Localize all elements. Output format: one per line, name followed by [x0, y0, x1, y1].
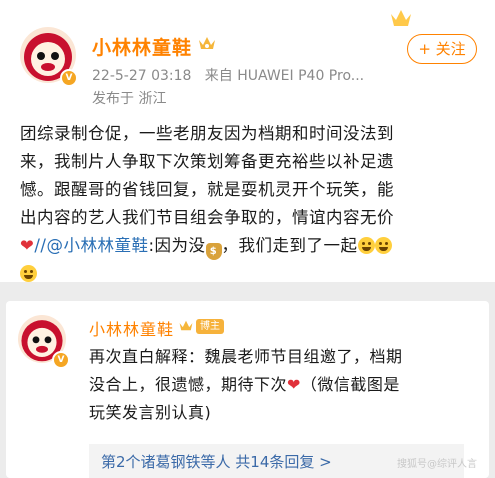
- comment-card: V 小林林童鞋 博主 再次直白解释：魏晨老师节目组邀了，档期 没合上，很遗憾，期…: [6, 301, 489, 478]
- laugh-cry-icon: [374, 237, 392, 254]
- heart-icon: ❤: [287, 375, 301, 394]
- post-location: 发布于 浙江: [92, 91, 167, 107]
- post-body: 团综录制仓促，一些老朋友因为档期和时间没法到 来，我制片人争取下次策划筹备更充裕…: [20, 120, 485, 288]
- crown-icon: [199, 37, 215, 49]
- post-card: V 小林林童鞋 + 关注 22-5-27 03:18 来自 HUAWEI P40…: [0, 0, 495, 282]
- author-badge: 博主: [196, 319, 224, 334]
- post-source: 来自 HUAWEI P40 Pro...: [204, 68, 365, 84]
- follow-button[interactable]: + 关注: [407, 34, 477, 64]
- money-bag-icon: $: [205, 243, 222, 260]
- watermark: 搜狐号@综评人言: [397, 459, 477, 470]
- post-body-line: 憾。跟醒哥的省钱回复，就是耍机灵开个玩笑，能: [20, 180, 394, 199]
- laugh-cry-icon: [357, 237, 375, 254]
- laugh-cry-icon: [20, 265, 37, 282]
- post-body-line: 团综录制仓促，一些老朋友因为档期和时间没法到: [20, 124, 394, 143]
- post-timestamp-source: 22-5-27 03:18 来自 HUAWEI P40 Pro...: [92, 65, 364, 85]
- post-body-line: 出内容的艺人我们节目组会争取的，情谊内容无价: [20, 208, 394, 227]
- mention-link[interactable]: //@小林林童鞋: [34, 236, 148, 255]
- comment-author-name[interactable]: 小林林童鞋: [89, 316, 174, 340]
- verified-badge-icon: V: [60, 69, 78, 87]
- heart-icon: ❤: [20, 236, 35, 255]
- comment-body-line: 玩笑发言别认真): [89, 403, 212, 422]
- comment-body: 再次直白解释：魏晨老师节目组邀了，档期 没合上，很遗憾，期待下次❤（微信截图是 …: [89, 343, 484, 427]
- comment-body-line: 再次直白解释：魏晨老师节目组邀了，档期: [89, 347, 403, 366]
- post-body-line: [20, 260, 485, 288]
- replies-summary-text[interactable]: 第2个诸葛钢铁等人 共14条回复 >: [101, 451, 332, 472]
- post-body-line: ❤//@小林林童鞋:因为没 $ ，我们走到了一起: [20, 232, 485, 260]
- verified-badge-icon: V: [52, 351, 70, 369]
- post-body-line: 来，我制片人争取下次策划筹备更充裕些以补足遗: [20, 152, 394, 171]
- author-name[interactable]: 小林林童鞋: [92, 33, 192, 60]
- post-timestamp: 22-5-27 03:18: [92, 68, 192, 84]
- decorative-crown-icon: [391, 10, 411, 26]
- comment-body-line: 没合上，很遗憾，期待下次❤（微信截图是: [89, 375, 400, 394]
- crown-icon: [179, 320, 193, 331]
